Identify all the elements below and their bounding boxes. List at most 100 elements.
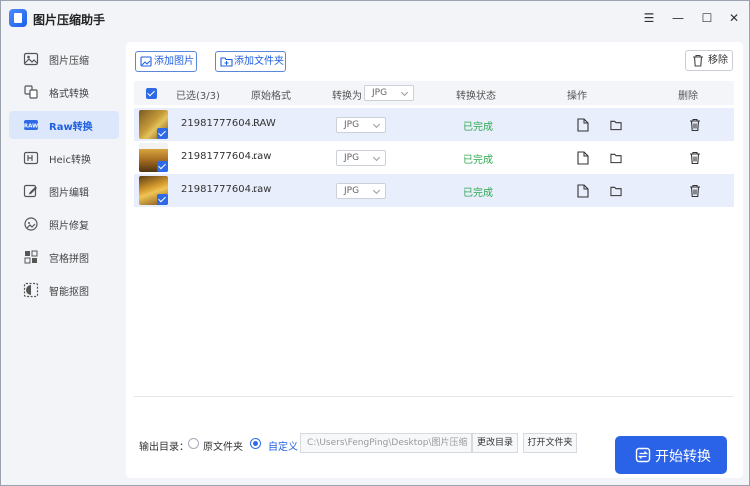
svg-text:RAW: RAW [24, 124, 38, 130]
row-checkbox[interactable] [157, 128, 168, 139]
output-path-field[interactable]: C:\Users\FengPing\Desktop\图片压缩 [300, 433, 472, 453]
folder-icon[interactable] [610, 184, 622, 198]
convert-all-format-select[interactable]: JPG [364, 85, 414, 101]
folder-icon[interactable] [610, 151, 622, 165]
menu-icon[interactable]: ☰ [639, 9, 659, 27]
open-folder-button[interactable]: 打开文件夹 [523, 433, 577, 453]
sidebar-item-format-convert[interactable]: 格式转换 [9, 78, 119, 106]
main-panel: 添加图片 添加文件夹 移除 已选(3/3) 原始格式 转换为 JPG 转换状态 … [126, 42, 743, 478]
heic-convert-icon [23, 151, 39, 165]
sidebar-item-label: 照片修复 [49, 221, 89, 232]
start-convert-label: 开始转换 [655, 449, 711, 465]
minimize-button[interactable]: — [668, 9, 688, 27]
radio-custom-folder[interactable] [250, 438, 261, 449]
sidebar-item-label: 智能抠图 [49, 287, 89, 298]
trash-icon[interactable] [689, 118, 701, 132]
sidebar-item-image-edit[interactable]: 图片编辑 [9, 177, 119, 205]
chevron-down-icon [372, 153, 381, 162]
grid-collage-icon [24, 250, 38, 264]
status-text: 已完成 [463, 122, 493, 133]
row-format-value: JPG [344, 186, 360, 196]
sidebar-item-label: 图片压缩 [49, 56, 89, 67]
add-folder-icon [220, 57, 233, 67]
filename: 21981777604... [181, 118, 261, 129]
add-folder-button[interactable]: 添加文件夹 [215, 51, 286, 72]
add-image-button[interactable]: 添加图片 [135, 51, 197, 72]
sidebar-item-label: 宫格拼图 [49, 254, 89, 265]
header-convert-to: 转换为 [332, 91, 362, 102]
remove-label: 移除 [708, 55, 728, 66]
row-format-value: JPG [344, 153, 360, 163]
title-bar: 图片压缩助手 ☰ — ☐ ✕ [1, 1, 749, 37]
sidebar-item-label: Heic转换 [49, 155, 91, 166]
filename: 21981777604... [181, 151, 261, 162]
header-status: 转换状态 [456, 91, 496, 102]
file-icon[interactable] [577, 151, 589, 165]
row-checkbox[interactable] [157, 194, 168, 205]
sidebar-item-photo-repair[interactable]: 照片修复 [9, 210, 119, 238]
chevron-down-icon [400, 88, 409, 97]
remove-button[interactable]: 移除 [685, 50, 733, 71]
output-dir-label: 输出目录： [139, 442, 189, 453]
table-row[interactable]: 21981777604... RAW JPG 已完成 [134, 108, 734, 141]
sidebar-item-smart-cutout[interactable]: 智能抠图 [9, 276, 119, 304]
table-row[interactable]: 21981777604... raw JPG 已完成 [134, 174, 734, 207]
sidebar-item-heic-convert[interactable]: Heic转换 [9, 144, 119, 172]
row-format-value: JPG [344, 120, 360, 130]
divider [134, 396, 734, 397]
image-compress-icon [23, 52, 39, 66]
convert-icon [635, 447, 651, 463]
file-icon[interactable] [577, 118, 589, 132]
header-original-format: 原始格式 [251, 91, 291, 102]
table-header: 已选(3/3) 原始格式 转换为 JPG 转换状态 操作 删除 [134, 81, 734, 105]
thumbnail-image [139, 176, 168, 205]
maximize-button[interactable]: ☐ [697, 9, 717, 27]
chevron-down-icon [372, 186, 381, 195]
status-text: 已完成 [463, 188, 493, 199]
add-image-icon [140, 56, 152, 67]
row-checkbox[interactable] [157, 161, 168, 172]
app-window: 图片压缩助手 ☰ — ☐ ✕ 图片压缩 格式转换 RAW Raw转换 Heic转… [0, 0, 750, 486]
folder-icon[interactable] [610, 118, 622, 132]
original-format: RAW [253, 118, 276, 129]
thumbnail-image [139, 110, 168, 139]
smart-cutout-icon [23, 282, 39, 298]
file-icon[interactable] [577, 184, 589, 198]
select-all-checkbox[interactable] [146, 88, 157, 99]
table-row[interactable]: 21981777604... raw JPG 已完成 [134, 141, 734, 174]
row-format-select[interactable]: JPG [336, 117, 386, 133]
raw-convert-icon: RAW [24, 120, 38, 130]
convert-all-format-value: JPG [372, 88, 388, 98]
sidebar-item-label: 格式转换 [49, 89, 89, 100]
radio-original-folder[interactable] [188, 438, 199, 449]
header-delete: 删除 [678, 91, 698, 102]
add-folder-label: 添加文件夹 [234, 56, 284, 67]
change-dir-button[interactable]: 更改目录 [472, 433, 518, 453]
original-format: raw [253, 184, 272, 195]
image-edit-icon [23, 184, 37, 198]
photo-repair-icon [24, 217, 38, 231]
close-button[interactable]: ✕ [724, 9, 744, 27]
app-logo-icon [9, 9, 27, 27]
start-convert-button[interactable]: 开始转换 [615, 436, 727, 474]
trash-icon[interactable] [689, 151, 701, 165]
sidebar-item-grid-collage[interactable]: 宫格拼图 [9, 243, 119, 271]
original-format: raw [253, 151, 272, 162]
sidebar-item-label: 图片编辑 [49, 188, 89, 199]
row-format-select[interactable]: JPG [336, 183, 386, 199]
format-convert-icon [24, 85, 38, 99]
app-title: 图片压缩助手 [33, 13, 106, 27]
sidebar-item-raw-convert[interactable]: RAW Raw转换 [9, 111, 119, 139]
sidebar-item-label: Raw转换 [49, 122, 93, 133]
trash-icon[interactable] [689, 184, 701, 198]
trash-icon [693, 54, 703, 67]
row-format-select[interactable]: JPG [336, 150, 386, 166]
add-image-label: 添加图片 [154, 56, 194, 67]
sidebar-item-image-compress[interactable]: 图片压缩 [9, 45, 119, 73]
header-selected: 已选(3/3) [176, 91, 220, 102]
thumbnail-image [139, 143, 168, 172]
radio-custom-folder-label[interactable]: 自定义 [268, 438, 298, 453]
radio-original-folder-label[interactable]: 原文件夹 [203, 438, 243, 453]
chevron-down-icon [372, 120, 381, 129]
sidebar: 图片压缩 格式转换 RAW Raw转换 Heic转换 图片编辑 照片修复 宫格拼… [1, 37, 125, 485]
